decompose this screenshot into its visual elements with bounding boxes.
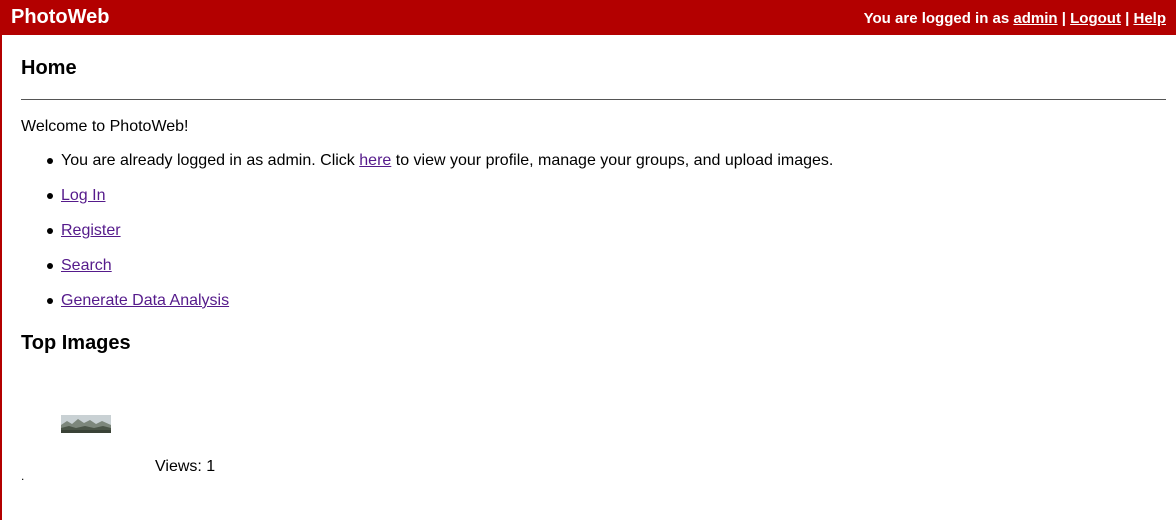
divider bbox=[21, 99, 1166, 100]
header-bar: PhotoWeb You are logged in as admin | Lo… bbox=[0, 0, 1176, 35]
home-links-list: You are already logged in as admin. Clic… bbox=[21, 152, 833, 327]
top-images-title: Top Images bbox=[21, 332, 131, 354]
separator: | bbox=[1125, 10, 1130, 27]
search-link[interactable]: Search bbox=[61, 257, 112, 274]
generate-data-analysis-link[interactable]: Generate Data Analysis bbox=[61, 292, 229, 309]
image-thumbnail[interactable] bbox=[61, 415, 111, 433]
brand-title: PhotoWeb bbox=[11, 6, 110, 28]
user-bar: You are logged in as admin | Logout | He… bbox=[864, 10, 1166, 28]
page-title: Home bbox=[21, 57, 77, 79]
list-item-register: Register bbox=[21, 222, 833, 257]
list-item-data-analysis: Generate Data Analysis bbox=[21, 292, 833, 327]
landscape-thumbnail-graphic bbox=[61, 415, 111, 433]
welcome-text: Welcome to PhotoWeb! bbox=[21, 118, 189, 135]
logged-in-message: You are already logged in as admin. Clic… bbox=[61, 152, 355, 169]
bullet-icon bbox=[47, 228, 53, 234]
bullet-icon bbox=[47, 263, 53, 269]
register-link[interactable]: Register bbox=[61, 222, 121, 239]
list-item-profile: You are already logged in as admin. Clic… bbox=[21, 152, 833, 187]
logout-link[interactable]: Logout bbox=[1070, 10, 1121, 27]
left-border bbox=[0, 35, 2, 520]
bullet-icon bbox=[47, 193, 53, 199]
logged-in-text: You are logged in as bbox=[863, 10, 1010, 27]
profile-here-link[interactable]: here bbox=[359, 152, 391, 169]
separator: | bbox=[1061, 10, 1066, 27]
username-link[interactable]: admin bbox=[1013, 10, 1057, 27]
help-link[interactable]: Help bbox=[1133, 10, 1166, 27]
profile-description: to view your profile, manage your groups… bbox=[395, 152, 834, 169]
list-item-login: Log In bbox=[21, 187, 833, 222]
image-views: Views: 1 bbox=[155, 458, 216, 475]
bullet-icon bbox=[47, 298, 53, 304]
list-item-search: Search bbox=[21, 257, 833, 292]
bullet-icon bbox=[47, 158, 53, 164]
image-caption: . bbox=[21, 469, 25, 483]
login-link[interactable]: Log In bbox=[61, 187, 105, 204]
